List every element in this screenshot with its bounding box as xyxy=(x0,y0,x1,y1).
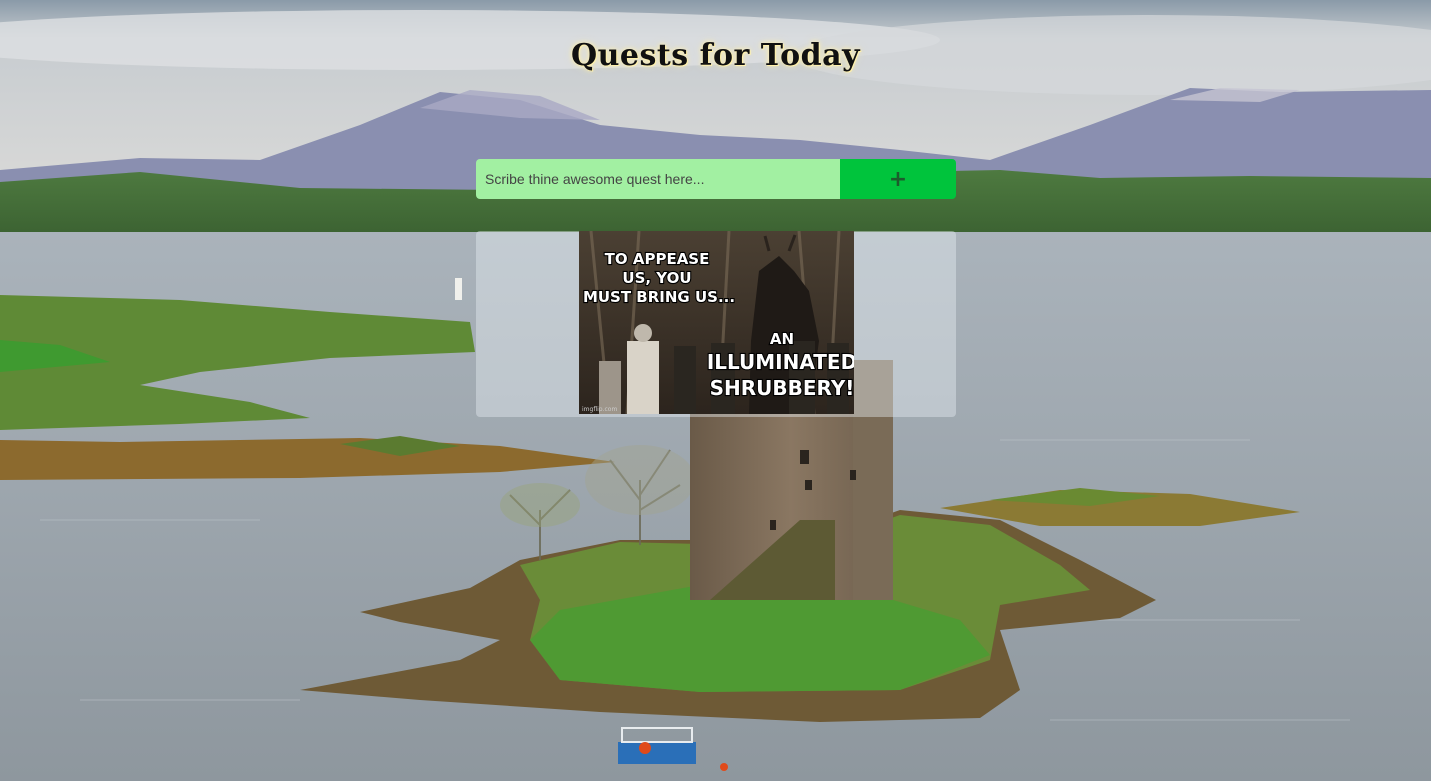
meme-bottom-line-2: ILLUMINATED xyxy=(707,350,854,374)
meme-watermark: imgflip.com xyxy=(582,406,617,413)
add-quest-button[interactable]: + xyxy=(840,159,956,199)
page-title: Quests for Today xyxy=(570,38,860,73)
meme-bottom-line-3: SHRUBBERY! xyxy=(710,376,854,400)
quest-input[interactable] xyxy=(476,159,840,199)
meme-top-line-1: TO APPEASE xyxy=(605,250,710,268)
quest-list-panel: TO APPEASE US, YOU MUST BRING US... AN I… xyxy=(476,231,956,417)
quest-form: + xyxy=(476,159,956,199)
meme-top-line-2: US, YOU xyxy=(622,269,691,287)
meme-bottom-line-1: AN xyxy=(770,330,794,348)
plus-icon: + xyxy=(888,166,908,192)
meme-top-line-3: MUST BRING US... xyxy=(583,288,735,306)
shrubbery-meme-image: TO APPEASE US, YOU MUST BRING US... AN I… xyxy=(579,231,854,414)
